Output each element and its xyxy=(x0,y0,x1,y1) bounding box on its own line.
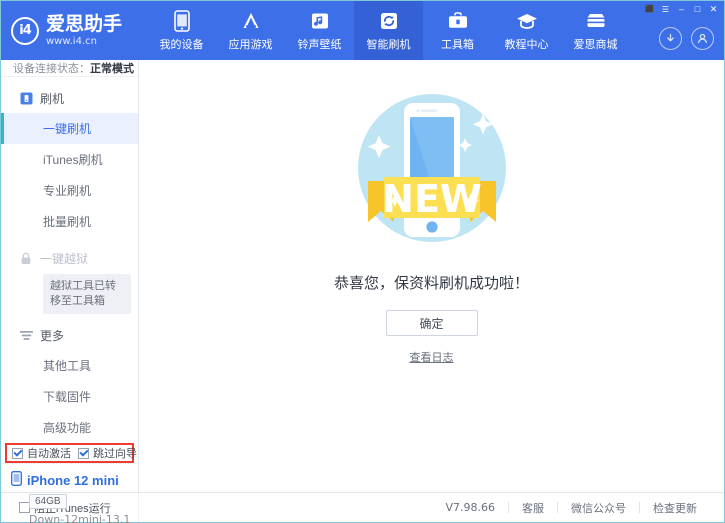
sidebar-item-other-tools[interactable]: 其他工具 xyxy=(1,350,138,381)
app-header: i4 爱思助手 www.i4.cn 我的设备 应用游戏 xyxy=(1,1,724,60)
sidebar-item-label: 高级功能 xyxy=(43,419,91,436)
download-icon[interactable] xyxy=(659,27,682,50)
connection-status-value: 正常模式 xyxy=(90,60,134,76)
main-nav: 我的设备 应用游戏 铃声壁纸 智能刷机 xyxy=(147,1,630,60)
sidebar-group-flash[interactable]: 刷机 xyxy=(1,83,138,113)
checkbox-label: 自动激活 xyxy=(27,445,71,461)
app-window: i4 爱思助手 www.i4.cn 我的设备 应用游戏 xyxy=(0,0,725,523)
view-log-link[interactable]: 查看日志 xyxy=(410,349,454,365)
sidebar-nav: 刷机 一键刷机 iTunes刷机 专业刷机 批量刷机 xyxy=(1,77,138,443)
menu-icon[interactable]: ☰ xyxy=(658,3,673,16)
version-label: V7.98.66 xyxy=(432,501,508,514)
footer-link-wechat[interactable]: 微信公众号 xyxy=(558,500,639,516)
nav-label: 铃声壁纸 xyxy=(298,36,342,52)
sidebar-item-advanced-features[interactable]: 高级功能 xyxy=(1,412,138,443)
nav-label: 教程中心 xyxy=(505,36,549,52)
nav-label: 工具箱 xyxy=(441,36,474,52)
sidebar-group-label: 一键越狱 xyxy=(40,250,88,267)
checkbox-box-icon[interactable] xyxy=(12,448,23,459)
nav-item-smart-flash[interactable]: 智能刷机 xyxy=(354,1,423,60)
sidebar-item-pro-flash[interactable]: 专业刷机 xyxy=(1,175,138,206)
jailbreak-moved-note: 越狱工具已转移至工具箱 xyxy=(43,274,131,314)
user-account-icon[interactable] xyxy=(691,27,714,50)
device-model: Down-12mini-13,1 xyxy=(29,513,138,523)
flash-options-highlight: 自动激活 跳过向导 xyxy=(5,443,134,463)
nav-item-i4-store[interactable]: 爱思商城 xyxy=(561,1,630,60)
nav-label: 爱思商城 xyxy=(574,36,618,52)
new-phone-badge-illustration: NEW xyxy=(332,72,532,268)
appstore-icon xyxy=(240,10,262,32)
confirm-button[interactable]: 确定 xyxy=(386,310,478,336)
success-message: 恭喜您，保资料刷机成功啦！ xyxy=(334,272,529,293)
nav-item-my-device[interactable]: 我的设备 xyxy=(147,1,216,60)
logo-title: 爱思助手 xyxy=(46,15,122,34)
device-capacity-badge: 64GB xyxy=(29,494,67,509)
status-bar-right: V7.98.66 客服 微信公众号 检查更新 xyxy=(432,500,724,516)
sidebar-item-label: 一键刷机 xyxy=(43,120,91,137)
app-body: 设备连接状态：正常模式 刷机 一键刷机 iTunes刷机 专业刷机 xyxy=(1,60,724,492)
window-controls: ⬛ ☰ – □ ✕ xyxy=(642,3,721,16)
device-name: iPhone 12 mini xyxy=(27,473,119,488)
sidebar-item-one-key-flash[interactable]: 一键刷机 xyxy=(1,113,138,144)
illustration-text: NEW xyxy=(382,177,482,221)
sidebar-item-label: 批量刷机 xyxy=(43,213,91,230)
logo-mark-icon: i4 xyxy=(11,17,39,45)
footer-link-support[interactable]: 客服 xyxy=(509,500,557,516)
footer-link-check-update[interactable]: 检查更新 xyxy=(640,500,710,516)
skin-icon[interactable]: ⬛ xyxy=(642,3,657,16)
music-icon xyxy=(309,10,331,32)
sidebar: 设备连接状态：正常模式 刷机 一键刷机 iTunes刷机 专业刷机 xyxy=(1,60,139,492)
connection-status-label: 设备连接状态： xyxy=(13,60,90,76)
refresh-icon xyxy=(378,10,400,32)
logo-url: www.i4.cn xyxy=(46,37,122,47)
main-content: NEW 恭喜您，保资料刷机成功啦！ 确定 查看日志 xyxy=(139,60,724,492)
sidebar-group-more[interactable]: 更多 xyxy=(1,320,138,350)
nav-item-tutorial-center[interactable]: 教程中心 xyxy=(492,1,561,60)
device-card[interactable]: iPhone 12 mini 64GB Down-12mini-13,1 xyxy=(1,463,138,523)
sidebar-item-label: 专业刷机 xyxy=(43,182,91,199)
nav-label: 我的设备 xyxy=(160,36,204,52)
toolbox-icon xyxy=(447,10,469,32)
checkbox-box-icon[interactable] xyxy=(78,448,89,459)
sidebar-item-download-firmware[interactable]: 下载固件 xyxy=(1,381,138,412)
shop-icon xyxy=(585,10,607,32)
sidebar-item-itunes-flash[interactable]: iTunes刷机 xyxy=(1,144,138,175)
close-icon[interactable]: ✕ xyxy=(706,3,721,16)
flash-device-icon xyxy=(19,91,33,105)
graduation-cap-icon xyxy=(516,10,538,32)
checkbox-auto-activate[interactable]: 自动激活 xyxy=(12,445,71,461)
maximize-icon[interactable]: □ xyxy=(690,3,705,16)
sidebar-item-label: 下载固件 xyxy=(43,388,91,405)
checkbox-label: 跳过向导 xyxy=(93,445,137,461)
nav-item-apps-games[interactable]: 应用游戏 xyxy=(216,1,285,60)
sidebar-item-label: 其他工具 xyxy=(43,357,91,374)
sidebar-group-label: 刷机 xyxy=(40,90,64,107)
nav-item-toolbox[interactable]: 工具箱 xyxy=(423,1,492,60)
logo-mark-text: i4 xyxy=(19,23,31,38)
checkbox-skip-setup-wizard[interactable]: 跳过向导 xyxy=(78,445,137,461)
sidebar-item-label: iTunes刷机 xyxy=(43,151,103,168)
minimize-icon[interactable]: – xyxy=(674,3,689,16)
sidebar-item-batch-flash[interactable]: 批量刷机 xyxy=(1,206,138,237)
nav-item-ringtones-wallpaper[interactable]: 铃声壁纸 xyxy=(285,1,354,60)
app-logo[interactable]: i4 爱思助手 www.i4.cn xyxy=(1,1,139,60)
nav-label: 智能刷机 xyxy=(367,36,411,52)
connection-status: 设备连接状态：正常模式 xyxy=(1,60,138,77)
nav-label: 应用游戏 xyxy=(229,36,273,52)
lock-icon xyxy=(19,251,33,265)
sidebar-group-jailbreak: 一键越狱 xyxy=(1,243,138,273)
sidebar-group-label: 更多 xyxy=(40,327,64,344)
phone-icon xyxy=(171,10,193,32)
device-title: iPhone 12 mini xyxy=(11,471,138,489)
phone-small-icon xyxy=(11,471,22,489)
more-list-icon xyxy=(19,328,33,342)
